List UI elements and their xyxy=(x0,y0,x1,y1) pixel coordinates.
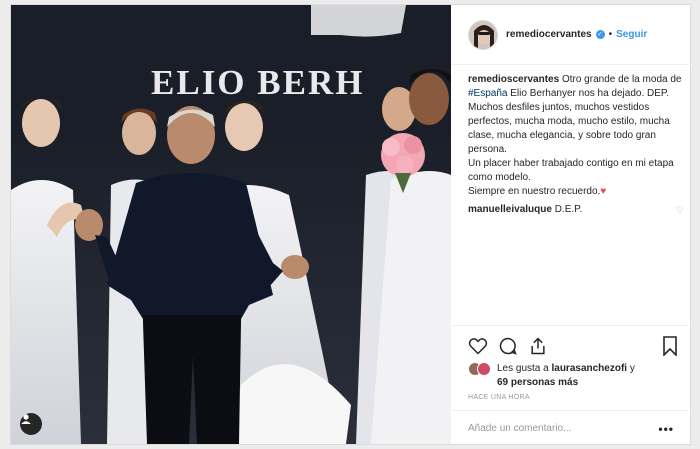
comment-like-icon[interactable]: ♡ xyxy=(676,203,684,217)
verified-icon: ✓ xyxy=(595,30,605,39)
separator-dot: • xyxy=(608,29,613,40)
caption-text-3: Un placer haber trabajado contigo en mi … xyxy=(468,158,674,183)
likes-count[interactable]: 69 personas más xyxy=(497,377,578,388)
likes-summary: Les gusta a laurasanchezofi y 69 persona… xyxy=(468,362,678,390)
bookmark-icon[interactable] xyxy=(662,336,678,361)
liker-avatars xyxy=(468,362,492,376)
caption-username[interactable]: remedioscervantes xyxy=(468,74,559,85)
follow-button[interactable]: Seguir xyxy=(616,29,647,40)
comment-text: D.E.P. xyxy=(551,204,583,215)
likes-text-1: Les gusta a xyxy=(497,363,552,374)
heart-icon[interactable] xyxy=(468,336,488,361)
author-avatar[interactable] xyxy=(468,19,498,50)
actions-section: Les gusta a laurasanchezofi y 69 persona… xyxy=(451,325,691,445)
post-sidebar: remediocervantes ✓ • Seguir remedioscerv… xyxy=(451,5,691,444)
comments-section: remedioscervantes Otro grande de la moda… xyxy=(468,73,684,217)
post-photo[interactable]: ELIO BERH xyxy=(11,5,451,444)
liker-avatar xyxy=(477,362,491,376)
author-username[interactable]: remediocervantes xyxy=(506,29,592,40)
brand-text: ELIO BERH xyxy=(151,63,364,102)
caption-text-1: Otro grande de la moda de xyxy=(559,74,682,85)
add-comment-bar: Añade un comentario... ••• xyxy=(451,410,691,446)
red-heart-icon: ♥ xyxy=(600,186,607,197)
caption-text-4: Siempre en nuestro recuerdo. xyxy=(468,186,601,197)
user-tag-icon[interactable] xyxy=(20,413,42,435)
post-timestamp[interactable]: HACE UNA HORA xyxy=(468,394,530,401)
caption: remedioscervantes Otro grande de la moda… xyxy=(468,73,684,199)
more-icon[interactable]: ••• xyxy=(658,422,674,436)
comment-username[interactable]: manuelleivaluque xyxy=(468,204,552,215)
runway-photo-image: ELIO BERH xyxy=(11,5,451,444)
share-icon[interactable] xyxy=(528,336,548,361)
hashtag-link[interactable]: #España xyxy=(468,88,507,99)
likes-text-2: y xyxy=(627,363,635,374)
comment-icon[interactable] xyxy=(498,336,518,361)
post-header: remediocervantes ✓ • Seguir xyxy=(451,5,691,65)
post-dialog: ELIO BERH remediocervantes ✓ • Seguir re… xyxy=(10,4,691,445)
likes-username[interactable]: laurasanchezofi xyxy=(551,363,627,374)
action-bar xyxy=(468,336,678,361)
comment-input[interactable]: Añade un comentario... xyxy=(468,423,571,434)
comment-item: manuelleivaluque D.E.P. ♡ xyxy=(468,203,684,217)
